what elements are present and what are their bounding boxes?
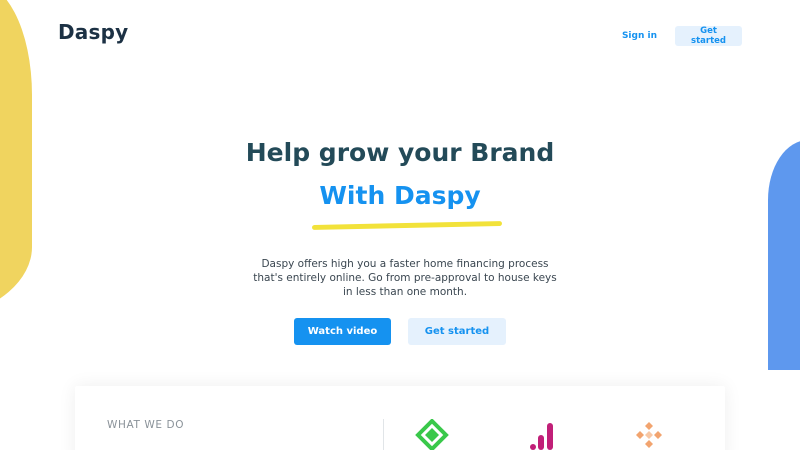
bar-chart-icon bbox=[525, 419, 559, 450]
watch-video-button[interactable]: Watch video bbox=[294, 318, 391, 345]
hero-title: Help grow your Brand bbox=[245, 138, 555, 167]
hero-get-started-button[interactable]: Get started bbox=[408, 318, 506, 345]
hero-description: Daspy offers high you a faster home fina… bbox=[253, 258, 557, 298]
hero-subtitle: With Daspy bbox=[319, 181, 481, 210]
orange-diamond-grid-icon bbox=[632, 419, 666, 450]
header-get-started-button[interactable]: Get started bbox=[675, 26, 742, 46]
green-diamond-icon bbox=[415, 419, 449, 450]
yellow-underline bbox=[311, 221, 503, 230]
what-we-do-label: WHAT WE DO bbox=[107, 419, 185, 431]
brand-logo[interactable]: Daspy bbox=[58, 20, 128, 44]
blue-decorative-blob bbox=[768, 140, 800, 370]
landing-page: Daspy Sign in Get started Help grow your… bbox=[0, 0, 800, 450]
what-we-do-card: WHAT WE DO bbox=[75, 386, 725, 450]
card-divider bbox=[383, 419, 384, 450]
sign-in-link[interactable]: Sign in bbox=[622, 31, 657, 41]
top-navigation: Sign in Get started bbox=[622, 26, 742, 46]
